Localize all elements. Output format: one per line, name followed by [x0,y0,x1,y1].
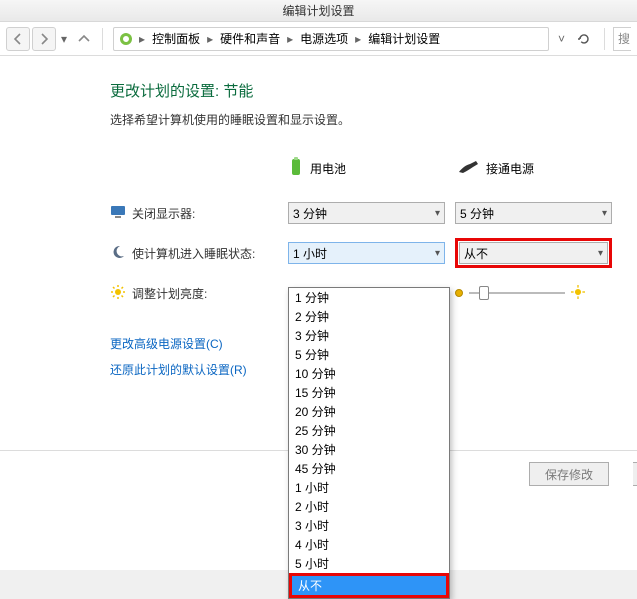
dropdown-option[interactable]: 25 分钟 [289,421,449,440]
dropdown-option[interactable]: 3 小时 [289,516,449,535]
dropdown-option[interactable]: 1 分钟 [289,288,449,307]
save-button[interactable]: 保存修改 [529,462,609,486]
row-display-off-label: 关闭显示器: [110,204,288,223]
plug-icon [458,158,480,179]
column-plugged: 接通电源 [458,158,618,179]
breadcrumb[interactable]: ▸ 控制面板 ▸ 硬件和声音 ▸ 电源选项 ▸ 编辑计划设置 [113,27,549,51]
page-title: 更改计划的设置: 节能 [110,80,637,101]
breadcrumb-item-control-panel[interactable]: 控制面板 [150,30,202,47]
chevron-down-icon: ▾ [598,248,603,259]
sleep-battery-dropdown[interactable]: 1 分钟2 分钟3 分钟5 分钟10 分钟15 分钟20 分钟25 分钟30 分… [288,287,450,599]
sleep-battery-combo[interactable]: 1 小时 ▾ [288,242,445,264]
dropdown-option[interactable]: 5 分钟 [289,345,449,364]
forward-button[interactable] [32,27,56,51]
sleep-plugged-combo[interactable]: 从不 ▾ [459,242,608,264]
up-button[interactable] [72,27,96,51]
row-brightness-label: 调整计划亮度: [110,284,288,303]
battery-icon [288,156,304,181]
monitor-icon [110,204,126,223]
chevron-right-icon: ▸ [204,32,216,46]
slider-thumb[interactable] [479,286,489,300]
row-display-off: 关闭显示器: 3 分钟 ▾ 5 分钟 ▾ [110,201,637,225]
arrow-right-icon [36,31,52,47]
sun-large-icon [571,285,585,302]
search-input[interactable]: 搜 [613,27,631,51]
display-off-plugged-value: 5 分钟 [460,205,494,222]
breadcrumb-item-hardware[interactable]: 硬件和声音 [218,30,282,47]
chevron-down-icon: ▾ [435,208,440,219]
dropdown-option[interactable]: 2 小时 [289,497,449,516]
arrow-up-icon [76,31,92,47]
sleep-plugged-value: 从不 [464,245,488,262]
history-dropdown-chevron[interactable]: ▾ [58,32,70,46]
column-battery-label: 用电池 [310,160,346,177]
chevron-right-icon: ▸ [352,32,364,46]
display-off-plugged-combo[interactable]: 5 分钟 ▾ [455,202,612,224]
dropdown-option[interactable]: 4 小时 [289,535,449,554]
row-sleep-label: 使计算机进入睡眠状态: [110,244,288,263]
dropdown-option[interactable]: 45 分钟 [289,459,449,478]
highlight-never-option: 从不 [289,573,449,598]
arrow-left-icon [10,31,26,47]
search-placeholder: 搜 [618,30,630,47]
chevron-right-icon: ▸ [284,32,296,46]
sleep-battery-value: 1 小时 [293,245,327,262]
sun-icon [110,284,126,303]
chevron-down-icon: ▾ [602,208,607,219]
dropdown-option[interactable]: 5 小时 [289,554,449,573]
dropdown-option[interactable]: 10 分钟 [289,364,449,383]
row-sleep: 使计算机进入睡眠状态: 1 小时 ▾ 从不 ▾ [110,241,637,265]
refresh-button[interactable] [572,27,596,51]
dropdown-option[interactable]: 15 分钟 [289,383,449,402]
breadcrumb-history-chevron[interactable]: ˅ [555,32,568,46]
power-plan-icon [118,31,134,47]
chevron-right-icon: ▸ [136,32,148,46]
breadcrumb-item-power[interactable]: 电源选项 [298,30,350,47]
brightness-plugged-slider[interactable] [455,285,585,302]
dropdown-option[interactable]: 30 分钟 [289,440,449,459]
column-plugged-label: 接通电源 [486,160,534,177]
save-button-label: 保存修改 [545,466,593,483]
dropdown-option[interactable]: 2 分钟 [289,307,449,326]
back-button[interactable] [6,27,30,51]
page-subtitle: 选择希望计算机使用的睡眠设置和显示设置。 [110,111,637,128]
highlight-sleep-plugged: 从不 ▾ [455,238,612,268]
moon-icon [110,244,126,263]
navigation-bar: ▾ ▸ 控制面板 ▸ 硬件和声音 ▸ 电源选项 ▸ 编辑计划设置 ˅ 搜 [0,22,637,56]
dropdown-option[interactable]: 从不 [292,576,446,595]
columns-header: 用电池 接通电源 [110,156,637,181]
display-off-battery-value: 3 分钟 [293,205,327,222]
dropdown-option[interactable]: 1 小时 [289,478,449,497]
column-battery: 用电池 [288,156,448,181]
window-title: 编辑计划设置 [282,2,354,19]
nav-separator [102,28,103,50]
window-title-bar: 编辑计划设置 [0,0,637,22]
page-content: 更改计划的设置: 节能 选择希望计算机使用的睡眠设置和显示设置。 用电池 接通电… [0,56,637,570]
sun-small-icon [455,289,463,297]
chevron-down-icon: ▾ [435,248,440,259]
dropdown-option[interactable]: 3 分钟 [289,326,449,345]
nav-separator [604,28,605,50]
truncated-button [633,462,637,486]
slider-track[interactable] [469,292,565,294]
dropdown-option[interactable]: 20 分钟 [289,402,449,421]
refresh-icon [576,31,592,47]
breadcrumb-item-edit-plan[interactable]: 编辑计划设置 [366,30,442,47]
display-off-battery-combo[interactable]: 3 分钟 ▾ [288,202,445,224]
